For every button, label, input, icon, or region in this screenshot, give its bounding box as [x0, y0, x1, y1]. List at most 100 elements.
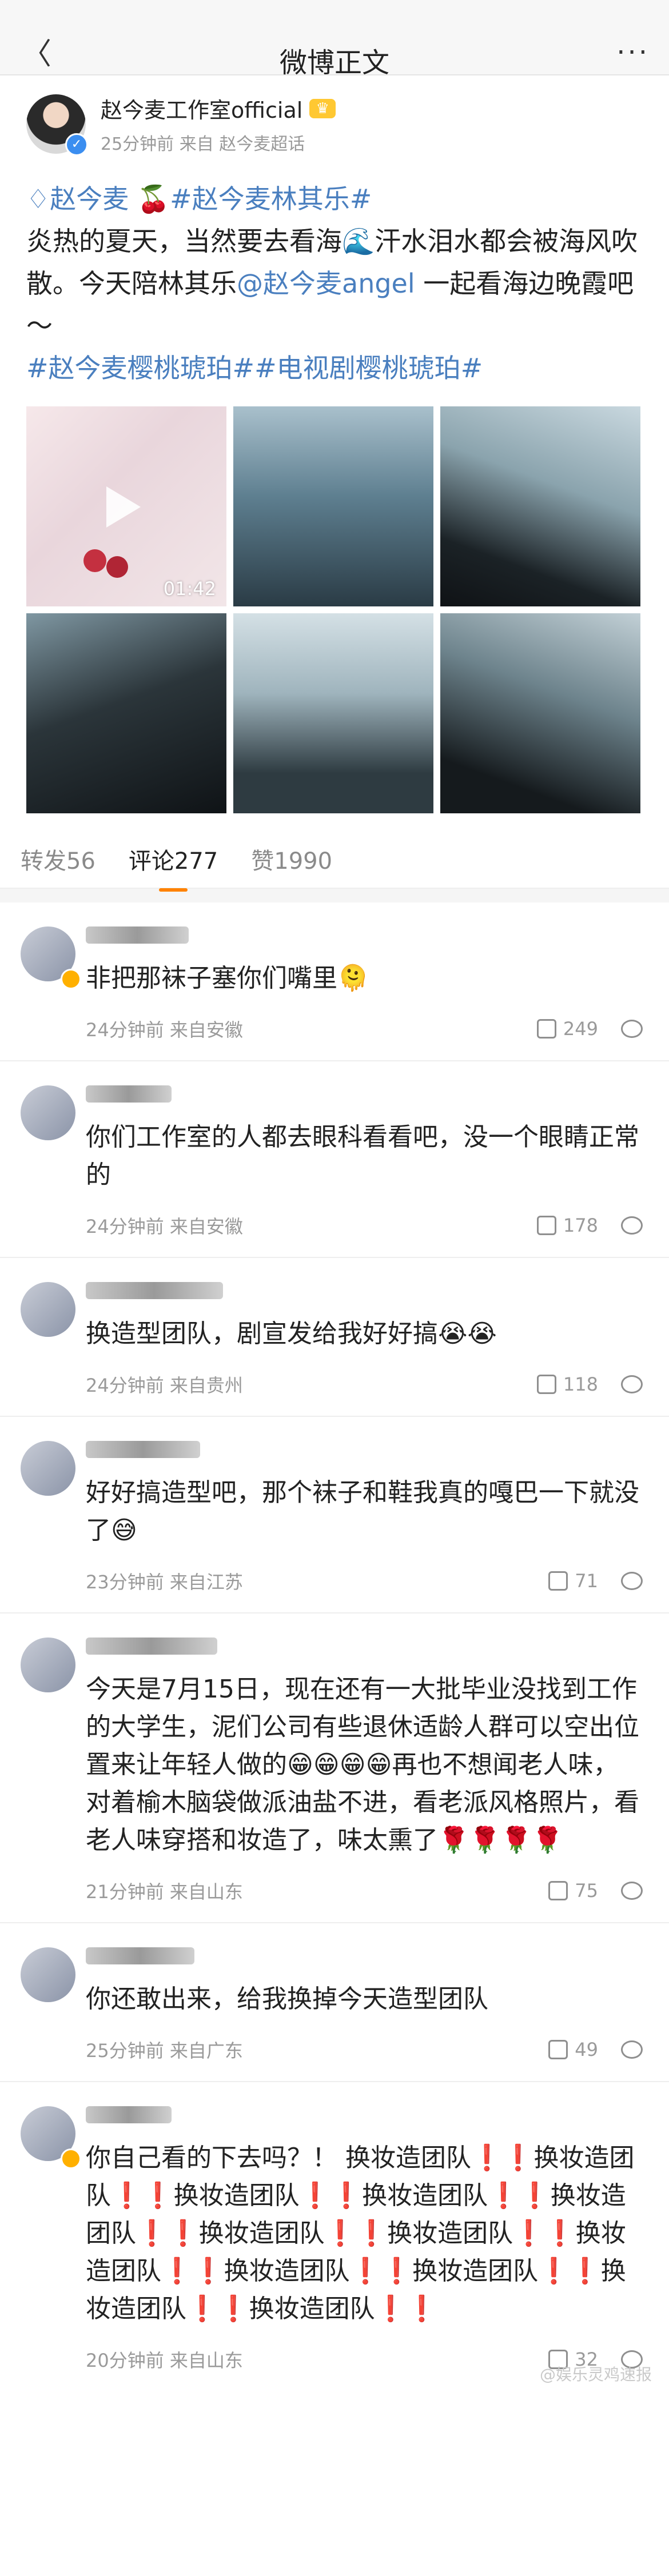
reply-bubble-icon[interactable]: [621, 2040, 643, 2059]
like-count: 178: [563, 1215, 598, 1236]
comment-item: 今天是7月15日，现在还有一大批毕业没找到工作的大学生，泥们公司有些退休适龄人群…: [0, 1614, 669, 1923]
post-text: ♢赵今麦 🍒#赵今麦林其乐# 炎热的夏天，当然要去看海🌊汗水泪水都会被海风吹散。…: [26, 178, 643, 389]
play-icon[interactable]: [106, 486, 141, 528]
author-info: 赵今麦工作室official ♛ 25分钟前 来自 赵今麦超话: [101, 93, 336, 155]
comment-footer: 21分钟前 来自山东 75: [86, 1859, 643, 1922]
tab-repost[interactable]: 转发56: [21, 842, 95, 876]
commenter-avatar[interactable]: [21, 1638, 75, 1692]
tab-like[interactable]: 赞1990: [251, 842, 332, 876]
weibo-post: ✓ 赵今麦工作室official ♛ 25分钟前 来自 赵今麦超话 ♢赵今麦 🍒…: [0, 75, 669, 813]
reply-bubble-icon[interactable]: [621, 1572, 643, 1590]
comment-actions: 178: [536, 1215, 643, 1236]
comment-time: 23分钟前 来自江苏: [86, 1571, 243, 1593]
comment-text: 你们工作室的人都去眼科看看吧，没一个眼睛正常的: [86, 1123, 639, 1189]
topic-tag-linqile[interactable]: #赵今麦林其乐#: [170, 183, 372, 214]
more-icon[interactable]: ···: [616, 37, 650, 69]
commenter-avatar[interactable]: [21, 1085, 75, 1140]
like-count: 118: [563, 1373, 598, 1395]
commenter-avatar[interactable]: [21, 1441, 75, 1496]
comment-footer: 23分钟前 来自江苏 71: [86, 1549, 643, 1612]
commenter-avatar[interactable]: [21, 1282, 75, 1337]
commenter-avatar[interactable]: [21, 1947, 75, 2002]
verified-icon: ✓: [65, 133, 88, 156]
blurred-name: [86, 1440, 200, 1458]
page-title: 微博正文: [279, 47, 389, 79]
comment-time: 24分钟前 来自安徽: [86, 1216, 243, 1237]
reply-bubble-icon[interactable]: [621, 1020, 643, 1038]
comment-text: 今天是7月15日，现在还有一大批毕业没找到工作的大学生，泥们公司有些退休适龄人群…: [86, 1675, 639, 1855]
wave-emoji-icon: 🌊: [342, 226, 375, 257]
photo-thumbnail[interactable]: [233, 406, 433, 606]
photo-thumbnail[interactable]: [440, 406, 640, 606]
blurred-name: [86, 1947, 194, 1964]
thumbs-up-icon[interactable]: [548, 1571, 568, 1591]
photo-grid: 01:42: [26, 406, 640, 813]
comment-actions: 118: [536, 1373, 643, 1395]
author-name-row[interactable]: 赵今麦工作室official ♛: [101, 93, 336, 124]
tab-comment[interactable]: 评论277: [129, 842, 218, 892]
blurred-name: [86, 1637, 217, 1655]
blurred-name: [86, 2106, 172, 2123]
post-meta: 25分钟前 来自 赵今麦超话: [101, 134, 305, 154]
commenter-name[interactable]: [86, 921, 643, 947]
thumbs-up-icon[interactable]: [548, 2040, 568, 2059]
mention-link[interactable]: @赵今麦angel: [237, 268, 415, 299]
comment-text: 换造型团队，剧宣发给我好好搞😭😭: [86, 1319, 497, 1348]
thumbs-up-icon[interactable]: [536, 1375, 556, 1394]
separator: [0, 889, 669, 902]
comment-time: 24分钟前 来自安徽: [86, 1019, 243, 1041]
watermark: @娱乐灵鸡速报: [539, 2365, 652, 2384]
member-badge-icon: [61, 2148, 81, 2169]
diamond-icon: ♢: [26, 183, 50, 214]
comment-time: 24分钟前 来自贵州: [86, 1375, 243, 1396]
comment-time: 21分钟前 来自山东: [86, 1881, 243, 1903]
commenter-name[interactable]: [86, 2100, 643, 2127]
comment-item: 你还敢出来，给我换掉今天造型团队 25分钟前 来自广东 49: [0, 1923, 669, 2082]
topic-tags-line[interactable]: #赵今麦樱桃琥珀##电视剧樱桃琥珀#: [26, 353, 483, 384]
post-text-part1: 炎热的夏天，当然要去看海: [26, 226, 342, 257]
comment-actions: 49: [548, 2039, 643, 2060]
commenter-name[interactable]: [86, 1276, 643, 1303]
post-tabs: 转发56 评论277 赞1990: [0, 830, 669, 892]
topic-tag-zhao[interactable]: 赵今麦: [50, 183, 129, 214]
video-duration: 01:42: [163, 578, 216, 600]
commenter-name[interactable]: [86, 1942, 643, 1968]
author-row: ✓ 赵今麦工作室official ♛ 25分钟前 来自 赵今麦超话: [26, 93, 643, 156]
commenter-name[interactable]: [86, 1080, 643, 1106]
comment-actions: 71: [548, 1570, 643, 1592]
like-count: 71: [575, 1570, 598, 1592]
thumbs-up-icon[interactable]: [536, 1019, 556, 1039]
photo-thumbnail[interactable]: [26, 613, 226, 813]
member-badge-icon: [61, 969, 81, 989]
comment-text: 非把那袜子塞你们嘴里🫠: [86, 964, 369, 993]
blurred-name: [86, 1085, 172, 1103]
author-name[interactable]: 赵今麦工作室official: [101, 93, 302, 124]
commenter-name[interactable]: [86, 1632, 643, 1658]
author-avatar[interactable]: ✓: [26, 94, 88, 156]
blurred-name: [86, 1281, 223, 1299]
cherry-icon: 🍒: [137, 183, 170, 214]
comment-time: 20分钟前 来自山东: [86, 2350, 243, 2371]
photo-thumbnail[interactable]: [233, 613, 433, 813]
thumbs-up-icon[interactable]: [536, 1216, 556, 1235]
comment-text: 你还敢出来，给我换掉今天造型团队: [86, 1984, 488, 2014]
video-thumbnail[interactable]: 01:42: [26, 406, 226, 606]
comment-item: 换造型团队，剧宣发给我好好搞😭😭 24分钟前 来自贵州 118: [0, 1258, 669, 1417]
comment-footer: 24分钟前 来自安徽 178: [86, 1194, 643, 1257]
reply-bubble-icon[interactable]: [621, 1882, 643, 1900]
commenter-name[interactable]: [86, 1435, 643, 1461]
comment-actions: 75: [548, 1880, 643, 1902]
comment-item: 你们工作室的人都去眼科看看吧，没一个眼睛正常的 24分钟前 来自安徽 178: [0, 1061, 669, 1258]
comment-footer: 24分钟前 来自贵州 118: [86, 1353, 643, 1416]
reply-bubble-icon[interactable]: [621, 1375, 643, 1393]
like-count: 75: [575, 1880, 598, 1902]
status-bar: [0, 0, 669, 34]
comment-footer: 24分钟前 来自安徽 249: [86, 997, 643, 1060]
thumbs-up-icon[interactable]: [548, 1881, 568, 1900]
nav-bar: 〈 微博正文 ···: [0, 34, 669, 79]
reply-bubble-icon[interactable]: [621, 1216, 643, 1235]
photo-thumbnail[interactable]: [440, 613, 640, 813]
blurred-name: [86, 926, 189, 944]
comment-list: 非把那袜子塞你们嘴里🫠 24分钟前 来自安徽 249 你们工作室的人都去眼科看看…: [0, 902, 669, 2391]
comment-text: 你自己看的下去吗？！ 换妆造团队❗❗换妆造团队❗❗换妆造团队❗❗换妆造团队❗❗换…: [86, 2143, 635, 2323]
